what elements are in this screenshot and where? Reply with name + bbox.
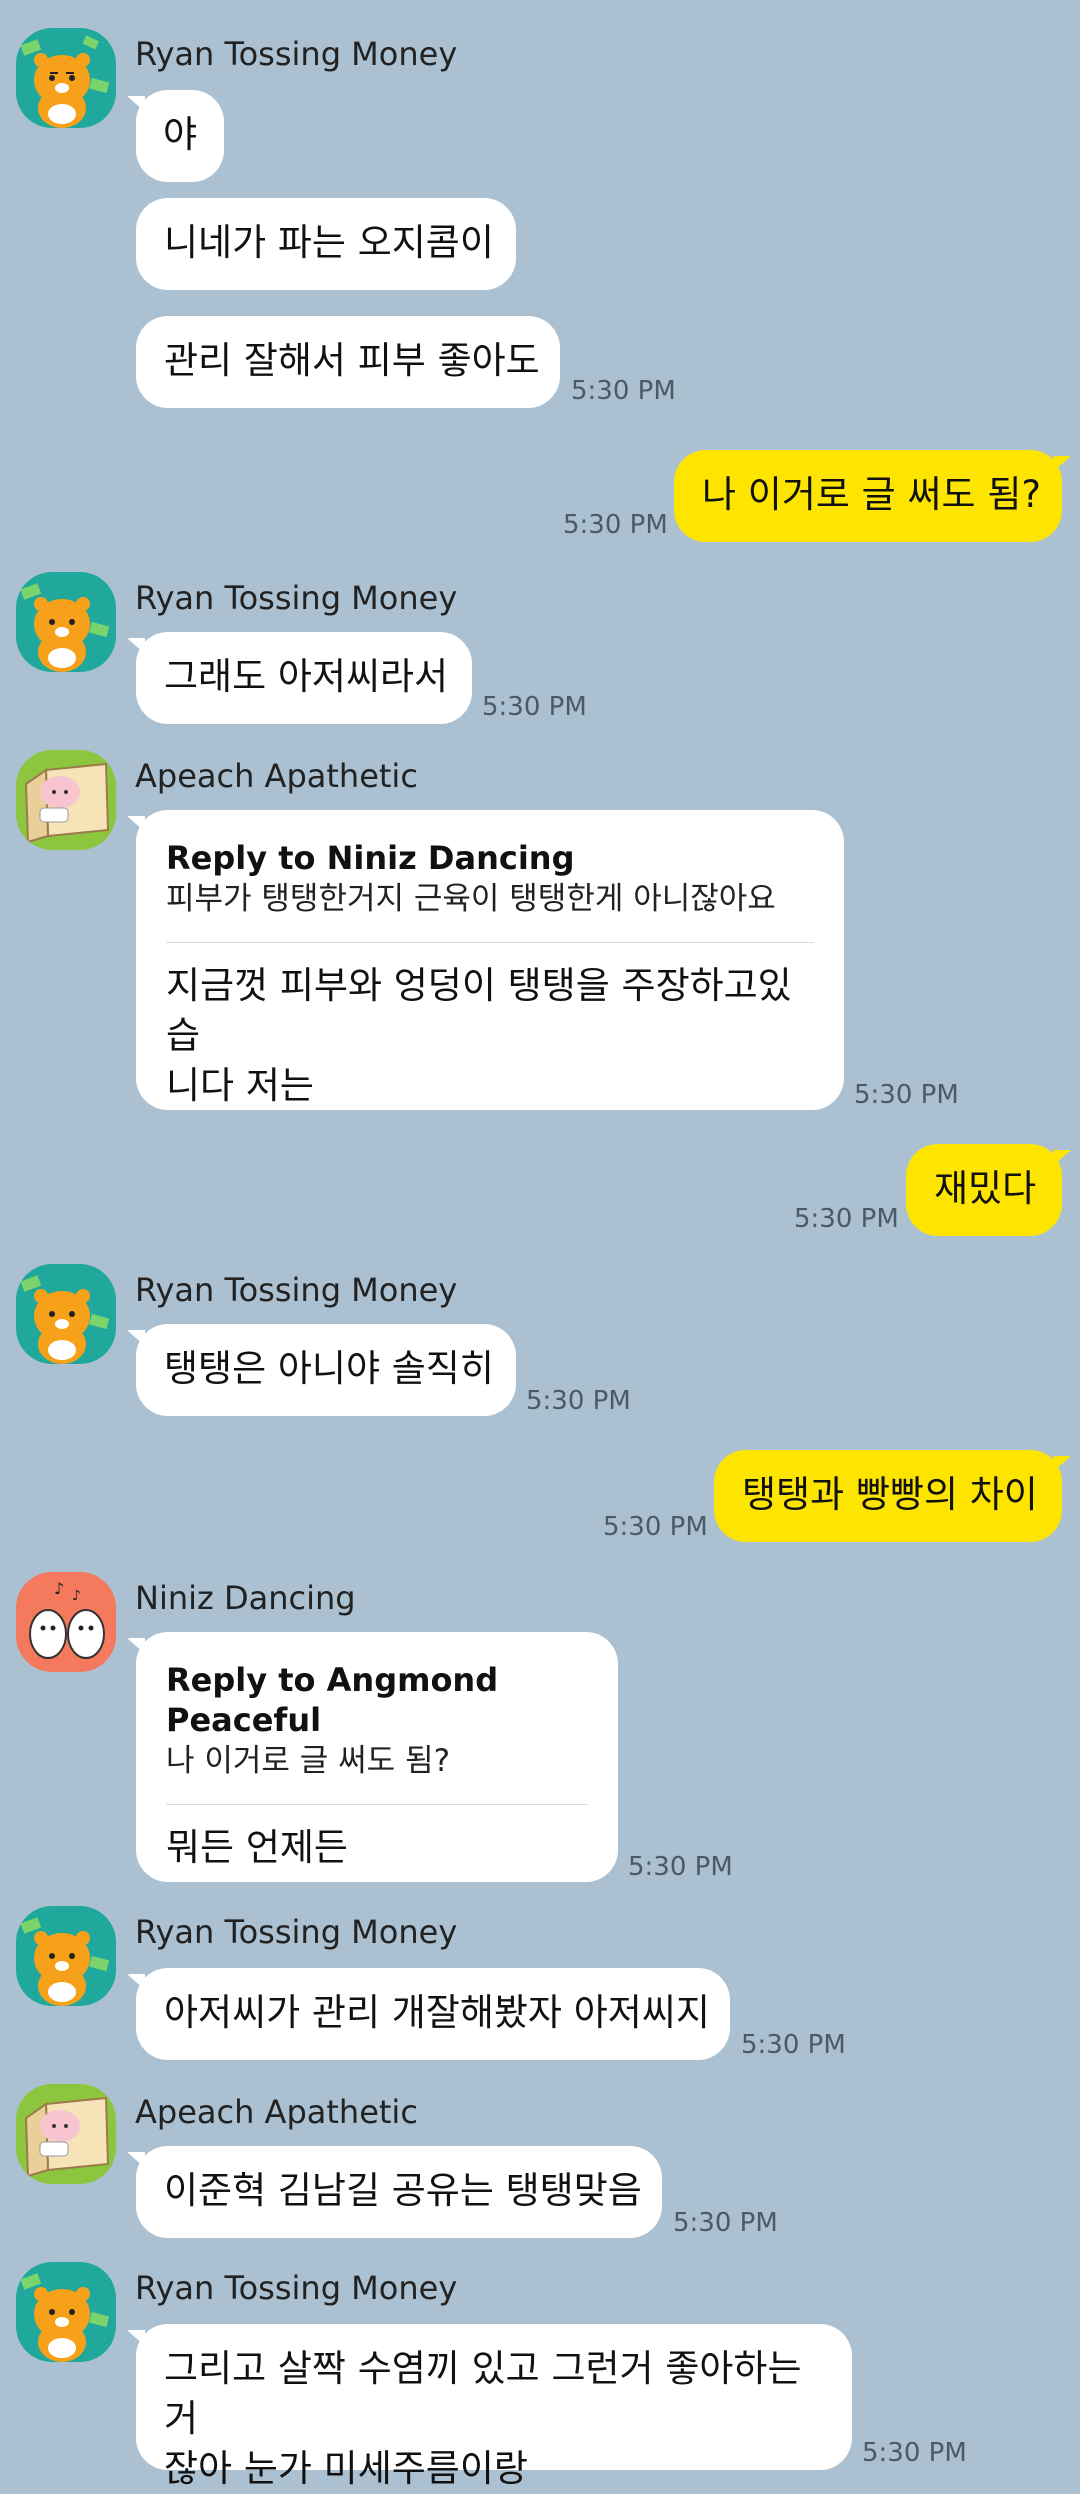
svg-text:♪: ♪ bbox=[54, 1579, 64, 1598]
message-time: 5:30 PM bbox=[794, 1204, 899, 1234]
reply-target: Reply to Angmond Peaceful bbox=[166, 1661, 499, 1739]
ryan-avatar[interactable] bbox=[16, 28, 116, 128]
message-text-line: 그리고 살짝 수염끼 있고 그런거 좋아하는거 bbox=[164, 2347, 802, 2440]
message-text-line: 니다 저는 bbox=[166, 1064, 314, 1107]
message-bubble[interactable]: 관리 잘해서 피부 좋아도 bbox=[136, 316, 560, 408]
reply-divider bbox=[166, 942, 814, 943]
sender-name: Ryan Tossing Money bbox=[135, 1913, 458, 1951]
message-text-line: 뭐든 언제든 bbox=[166, 1826, 348, 1869]
ryan-character-icon bbox=[16, 1906, 116, 2006]
sender-name: Ryan Tossing Money bbox=[135, 2269, 458, 2307]
reply-quote: 피부가 탱탱한거지 근육이 탱탱한게 아니잖아요 bbox=[166, 881, 776, 917]
ryan-character-icon bbox=[16, 1264, 116, 1364]
apeach-avatar[interactable] bbox=[16, 750, 116, 850]
message-time: 5:30 PM bbox=[628, 1852, 733, 1882]
sender-name: Apeach Apathetic bbox=[135, 757, 418, 795]
message-bubble[interactable]: 니네가 파는 오지콤이 bbox=[136, 198, 516, 290]
sender-name: Niniz Dancing bbox=[135, 1579, 356, 1617]
ryan-avatar[interactable] bbox=[16, 572, 116, 672]
my-message-bubble[interactable]: 탱탱과 빵빵의 차이 bbox=[714, 1450, 1071, 1542]
ryan-avatar[interactable] bbox=[16, 2262, 116, 2362]
ryan-character-icon bbox=[16, 2262, 116, 2362]
apeach-avatar[interactable] bbox=[16, 2084, 116, 2184]
ryan-character-icon bbox=[16, 572, 116, 672]
message-time: 5:30 PM bbox=[571, 376, 676, 406]
reply-quote: 나 이거로 글 써도 됨? bbox=[166, 1743, 451, 1779]
niniz-character-icon: ♪ ♪ bbox=[16, 1572, 116, 1672]
ryan-avatar[interactable] bbox=[16, 1264, 116, 1364]
message-time: 5:30 PM bbox=[603, 1512, 708, 1542]
message-text-line: 잖아 눈가 미세주름이랑 bbox=[164, 2447, 528, 2490]
reply-message-bubble[interactable]: Reply to Niniz Dancing 피부가 탱탱한거지 근육이 탱탱한… bbox=[127, 810, 844, 1110]
message-time: 5:30 PM bbox=[563, 510, 668, 540]
message-bubble[interactable]: 그래도 아저씨라서 bbox=[127, 632, 472, 724]
ryan-avatar[interactable] bbox=[16, 1906, 116, 2006]
message-bubble[interactable]: 아저씨가 관리 개잘해봤자 아저씨지 bbox=[127, 1968, 730, 2060]
message-time: 5:30 PM bbox=[482, 692, 587, 722]
message-time: 5:30 PM bbox=[526, 1386, 631, 1416]
ryan-character-icon bbox=[16, 28, 116, 128]
message-time: 5:30 PM bbox=[862, 2438, 967, 2468]
svg-text:♪: ♪ bbox=[72, 1588, 81, 1604]
apeach-character-icon bbox=[16, 2084, 116, 2184]
reply-message-bubble[interactable]: Reply to Angmond Peaceful 나 이거로 글 써도 됨? … bbox=[127, 1632, 618, 1882]
sender-name: Ryan Tossing Money bbox=[135, 579, 458, 617]
sender-name: Ryan Tossing Money bbox=[135, 35, 458, 73]
reply-divider bbox=[166, 1804, 588, 1805]
message-time: 5:30 PM bbox=[741, 2030, 846, 2060]
sender-name: Ryan Tossing Money bbox=[135, 1271, 458, 1309]
sender-name: Apeach Apathetic bbox=[135, 2093, 418, 2131]
my-message-bubble[interactable]: 나 이거로 글 써도 됨? bbox=[674, 450, 1071, 542]
message-bubble[interactable]: 야 bbox=[127, 90, 224, 182]
message-time: 5:30 PM bbox=[673, 2208, 778, 2238]
message-bubble[interactable]: 그리고 살짝 수염끼 있고 그런거 좋아하는거 잖아 눈가 미세주름이랑 bbox=[127, 2324, 852, 2490]
message-text-line: 지금껏 피부와 엉덩이 탱탱을 주장하고있습 bbox=[166, 964, 792, 1057]
reply-target: Reply to Niniz Dancing bbox=[166, 839, 575, 877]
chat-room: Ryan Tossing Money 야 니네가 파는 오지콤이 관리 잘해서 … bbox=[0, 0, 1080, 2490]
message-bubble[interactable]: 탱탱은 아니야 솔직히 bbox=[127, 1324, 516, 1416]
message-bubble[interactable]: 이준혁 김남길 공유는 탱탱맞음 bbox=[127, 2146, 662, 2238]
niniz-avatar[interactable]: ♪ ♪ bbox=[16, 1572, 116, 1672]
my-message-bubble[interactable]: 재밌다 bbox=[906, 1144, 1071, 1236]
message-time: 5:30 PM bbox=[854, 1080, 959, 1110]
apeach-character-icon bbox=[16, 750, 116, 850]
